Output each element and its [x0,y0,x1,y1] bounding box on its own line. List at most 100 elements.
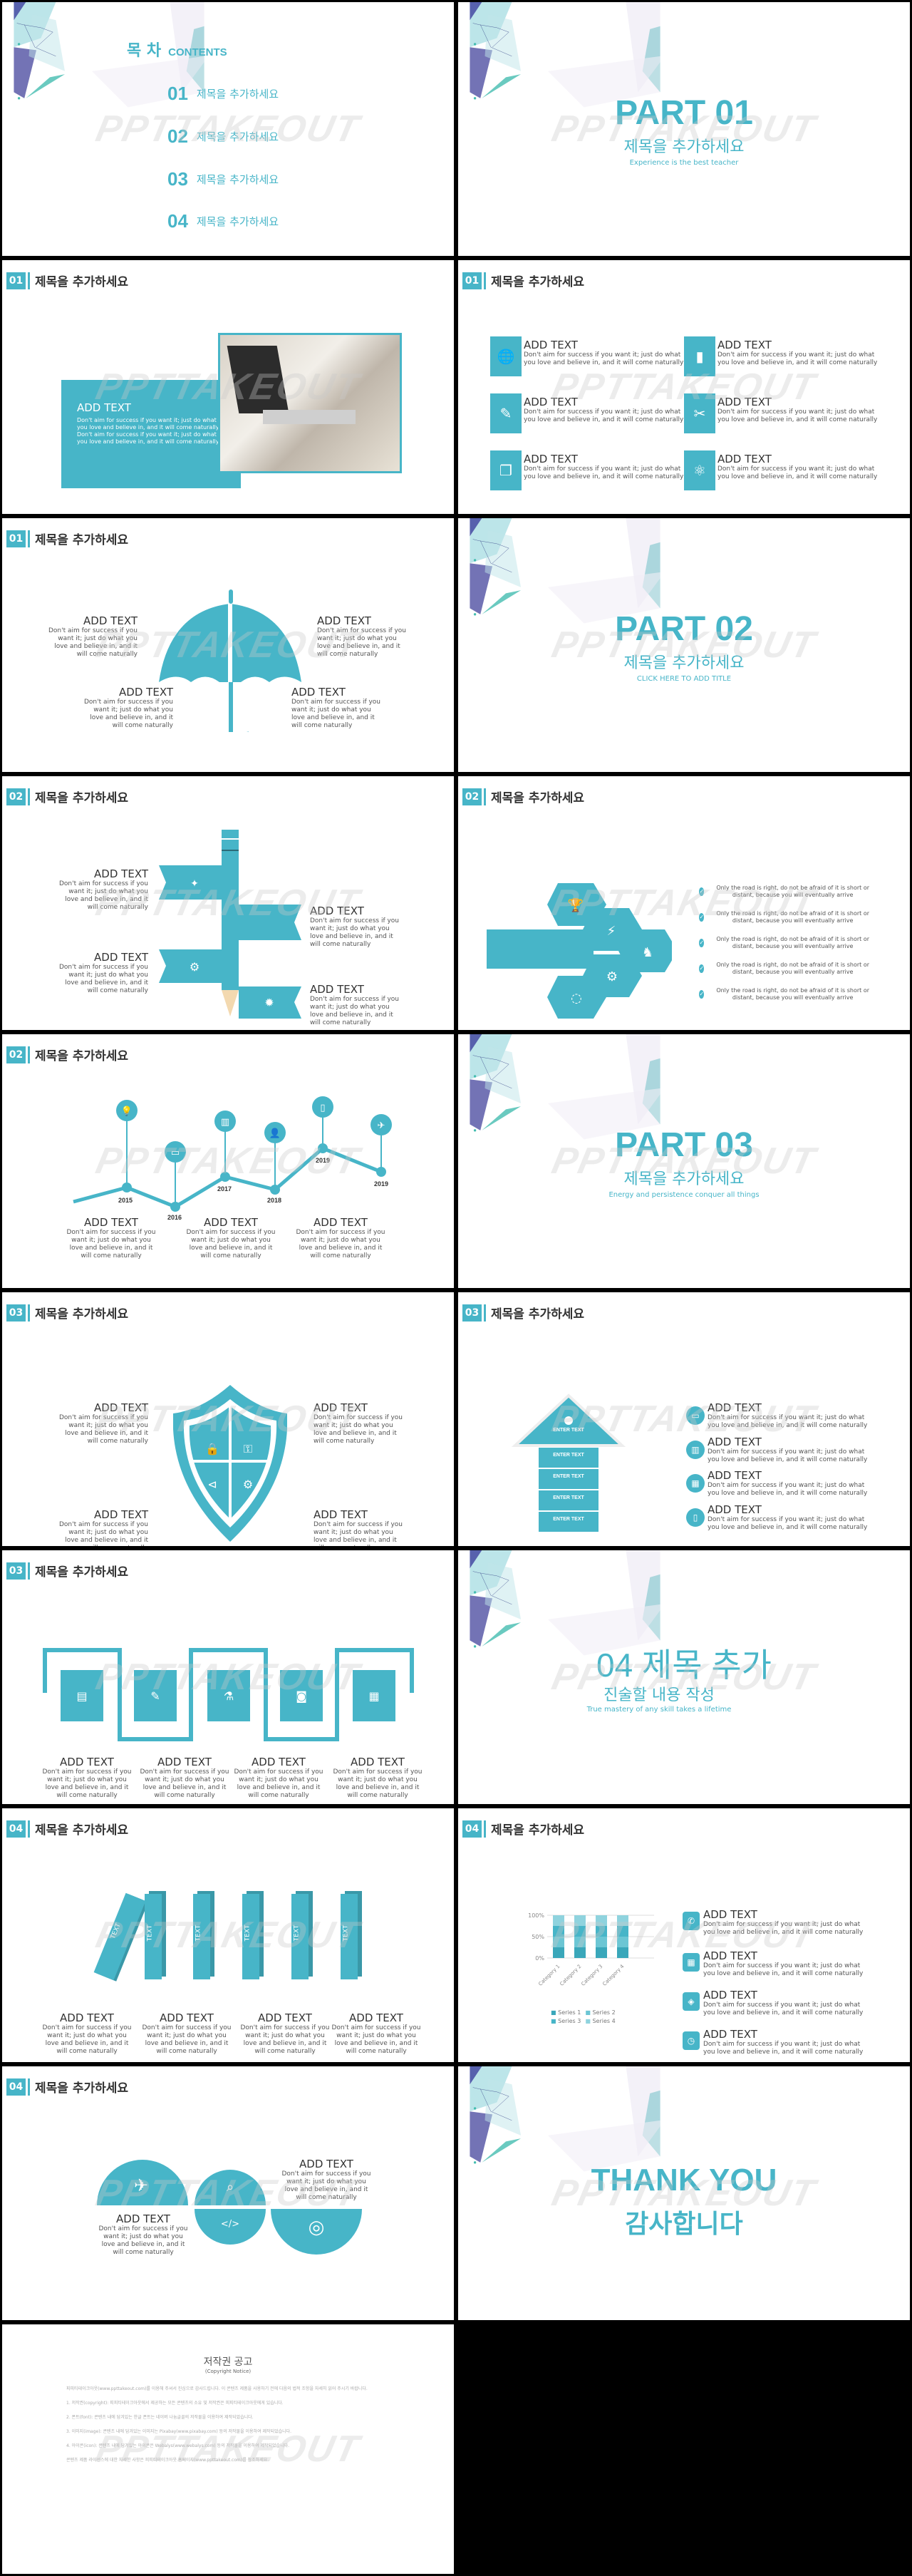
list-item: ADD TEXT Don't aim for success if you wan… [708,1469,868,1497]
bar-segment [553,1926,564,1937]
umbrella-text: ADD TEXT Don't aim for success if you wan… [83,686,173,729]
house-label: ENTER TEXT [553,1428,584,1433]
part-title: PART 03 [615,1126,753,1164]
slide-umbrella: 01 제목을 추가하세요 ADD TEXT Don't aim for succes… [2,518,454,772]
x-tick-label: Category 1 [537,1964,561,1987]
slide-part-01: PART 01 제목을 추가하세요 Experience is the best… [458,2,910,256]
camera-icon: ◙ [296,1689,307,1703]
bar-segment [596,1937,607,1947]
umbrella-text: ADD TEXT Don't aim for success if you wan… [48,614,138,658]
part-title: 04 제목 추가 [596,1647,772,1684]
house-label: ENTER TEXT [553,1517,584,1522]
contents-title: 목 차 CONTENTS [127,42,227,60]
bar-segment [553,1915,564,1926]
pencil-text: ADD TEXT Don't aim for success if you wan… [310,983,400,1026]
code-icon: </> [221,2219,239,2230]
calendar-icon: ▦ [368,1689,379,1703]
checklist: ✓ Only the road is right, do not be afrai… [699,885,877,1001]
domino: TEXT [291,1894,309,1979]
thank-you-en: THANK YOU [591,2163,777,2198]
tag-icon: ◈ [683,1992,700,2011]
svg-text:♞: ♞ [642,945,653,960]
svg-text:⚙: ⚙ [190,960,200,974]
list-item: ADD TEXT Don't aim for success if you wan… [703,1989,864,2016]
domino: TEXT [93,1892,146,1981]
x-tick-label: Category 3 [580,1964,603,1987]
slide-dominoes: 04 제목을 추가하세요 TEXT TEXT TEXT TEXT TEXT TEX… [2,1808,454,2062]
monitor-icon: ▭ [686,1406,705,1425]
house-label: ENTER TEXT [553,1453,584,1458]
slide-part-02: PART 02 제목을 추가하세요 CLICK HERE TO ADD TITL… [458,518,910,772]
list-item: ADD TEXT Don't aim for success if you wan… [708,1436,868,1463]
check-item: ✓ Only the road is right, do not be afrai… [699,962,870,975]
check-icon: ✓ [699,939,705,947]
step-text: ADD TEXT Don't aim for success if you wan… [140,1756,229,1799]
bar-segment [553,1947,564,1958]
part-title: PART 02 [615,610,753,648]
step-text: ADD TEXT Don't aim for success if you wan… [333,1756,423,1799]
house-label: ENTER TEXT [553,1474,584,1479]
phone-icon: ✆ [683,1912,700,1930]
slide-header: 04 제목을 추가하세요 [6,1820,128,1838]
domino: TEXT [341,1894,358,1979]
chart-icon: ▥ [221,1117,229,1128]
slide-shield: 03 제목을 추가하세요 🔒 ⚿ ⊲ ⚙ ADD TEXT Don't aim fo… [2,1292,454,1546]
check-item: ✓ Only the road is right, do not be afrai… [699,910,870,924]
shield-text: ADD TEXT Don't aim for success if you wan… [58,1401,148,1445]
legend-item: ■ Series 3 [551,2018,581,2024]
x-tick-label: Category 4 [601,1963,625,1987]
y-tick-label: 100% [528,1912,544,1919]
slide-header: 03 제목을 추가하세요 [6,1304,128,1322]
part-subtitle: 진술할 내용 작성 [603,1686,715,1704]
timeline-text: ADD TEXT Don't aim for success if you wan… [296,1216,385,1259]
slide-timeline: 02 제목을 추가하세요 💡 ▭ ▥ 👤 ▯ ✈ 2015 2016 2017 2018… [2,1034,454,1288]
y-tick-label: 0% [535,1955,544,1962]
legend-item: ■ Series 2 [585,2009,616,2016]
svg-text:✦: ✦ [190,878,199,890]
svg-text:⚿: ⚿ [244,1442,252,1456]
svg-text:⚡: ⚡ [607,924,616,939]
list-item: ADD TEXT Don't aim for success if you wan… [524,339,684,366]
list-item: ADD TEXT Don't aim for success if you wan… [717,453,878,480]
list-item: ADD TEXT Don't aim for success if you wan… [524,453,684,480]
bulb-icon: 💡 [121,1106,133,1117]
slide-copyright: 저작권 공고 (Copyright Notice) 피피티테이크아웃(www.p… [2,2324,454,2574]
stacked-bar-chart: 0% 50% 100% Category 1Category 2Category 3C… [528,1912,654,1987]
domino-text: ADD TEXT Don't aim for success if you wan… [240,2011,330,2055]
contents-item[interactable]: 04 제목을 추가하세요 [167,210,279,232]
bar-segment [596,1926,607,1937]
circle-text: ADD TEXT Don't aim for success if you wan… [281,2158,371,2201]
part-caption: Experience is the best teacher [629,159,739,167]
svg-text:🔒: 🔒 [205,1442,219,1456]
phone-icon: ▯ [320,1103,325,1113]
list-item: ADD TEXT Don't aim for success if you wan… [703,1908,864,1936]
slide-hexagons: 02 제목을 추가하세요 🏆 ⚡ ♞ ⚙ ◌ ✓ Only the road is … [458,776,910,1030]
thank-you-ko: 감사합니다 [625,2210,743,2239]
copyright-body: 피피티테이크아웃(www.ppttakeout.com)를 이용해 주셔서 진심… [66,2386,368,2463]
contents-item[interactable]: 01 제목을 추가하세요 [167,83,279,105]
svg-text:⚙: ⚙ [243,1478,253,1491]
search-icon: ⌕ [227,2180,234,2195]
list-item: ADD TEXT Don't aim for success if you wan… [708,1401,868,1429]
paper-plane-icon: ✈ [134,2175,148,2195]
clock-icon: ◷ [683,2031,700,2050]
check-icon: ✓ [699,913,705,922]
umbrella-text: ADD TEXT Don't aim for success if you wan… [317,614,407,658]
legend-item: ■ Series 1 [551,2009,581,2016]
paper-plane-icon: ✈ [378,1120,385,1131]
house-label: ENTER TEXT [553,1495,584,1500]
legend-item: ■ Series 4 [585,2018,616,2024]
contents-item[interactable]: 03 제목을 추가하세요 [167,168,279,190]
list-item: ADD TEXT Don't aim for success if you wan… [703,2028,864,2056]
user-icon: 👤 [269,1128,281,1139]
house-graphic [512,1393,626,1532]
bar-segment [574,1937,586,1947]
slide-header: 02 제목을 추가하세요 [462,788,584,805]
bar-segment [617,1937,628,1947]
contents-item[interactable]: 02 제목을 추가하세요 [167,125,279,148]
half-circles-graphic: ✈ ⌕ </> ◎ [97,2160,362,2255]
slide-pencil: 02 제목을 추가하세요 ✦ ⚙ ✹ ADD TEXT Don't aim for … [2,776,454,1030]
slide-header: 03 제목을 추가하세요 [462,1304,584,1322]
slide-house: 03 제목을 추가하세요 ENTER TEXT ENTER TEXT ENTER … [458,1292,910,1546]
part-title: PART 01 [615,94,753,132]
